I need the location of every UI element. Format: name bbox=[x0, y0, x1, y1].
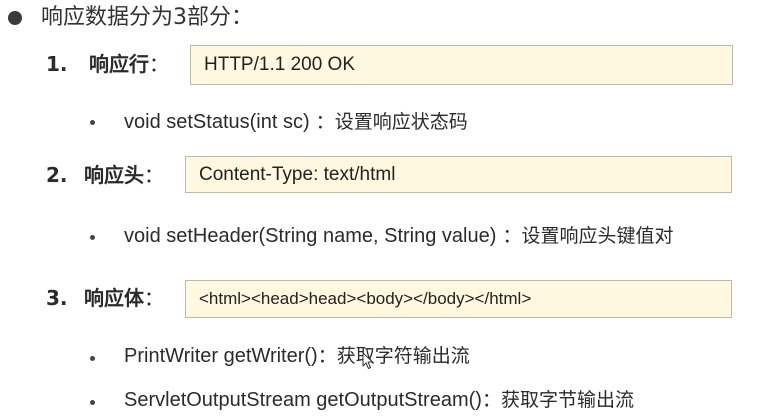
sub-bullet-icon bbox=[90, 400, 95, 405]
sub-bullet-icon bbox=[90, 120, 95, 125]
section-3-example: <html><head>head><body></body></html> bbox=[199, 289, 532, 308]
section-1-example: HTTP/1.1 200 OK bbox=[204, 54, 356, 75]
section-3-example-box: <html><head>head><body></body></html> bbox=[185, 280, 732, 318]
section-2-example: Content-Type: text/html bbox=[199, 163, 396, 185]
section-1-label: 响应行： bbox=[89, 52, 169, 76]
section-2-label: 响应头： bbox=[84, 163, 164, 187]
sub-bullet-icon bbox=[90, 356, 95, 361]
page-title: 响应数据分为3部分： bbox=[41, 5, 253, 30]
section-3-label: 响应体： bbox=[84, 286, 164, 310]
method-get-output-stream: ServletOutputStream getOutputStream()：获取… bbox=[124, 389, 634, 411]
sub-bullet-icon bbox=[90, 235, 95, 240]
section-2-number: 2. bbox=[46, 163, 68, 187]
method-set-header: void setHeader(String name, String value… bbox=[124, 225, 674, 247]
mouse-pointer-icon bbox=[362, 352, 373, 369]
method-get-writer: PrintWriter getWriter()：获取字符输出流 bbox=[124, 345, 470, 367]
method-set-status: void setStatus(int sc) ：设置响应状态码 bbox=[124, 111, 468, 133]
section-3-number: 3. bbox=[46, 286, 68, 310]
section-1-number: 1. bbox=[46, 52, 68, 76]
section-1-example-box: HTTP/1.1 200 OK bbox=[190, 45, 733, 85]
bullet-icon bbox=[8, 11, 22, 25]
section-2-example-box: Content-Type: text/html bbox=[185, 156, 732, 193]
